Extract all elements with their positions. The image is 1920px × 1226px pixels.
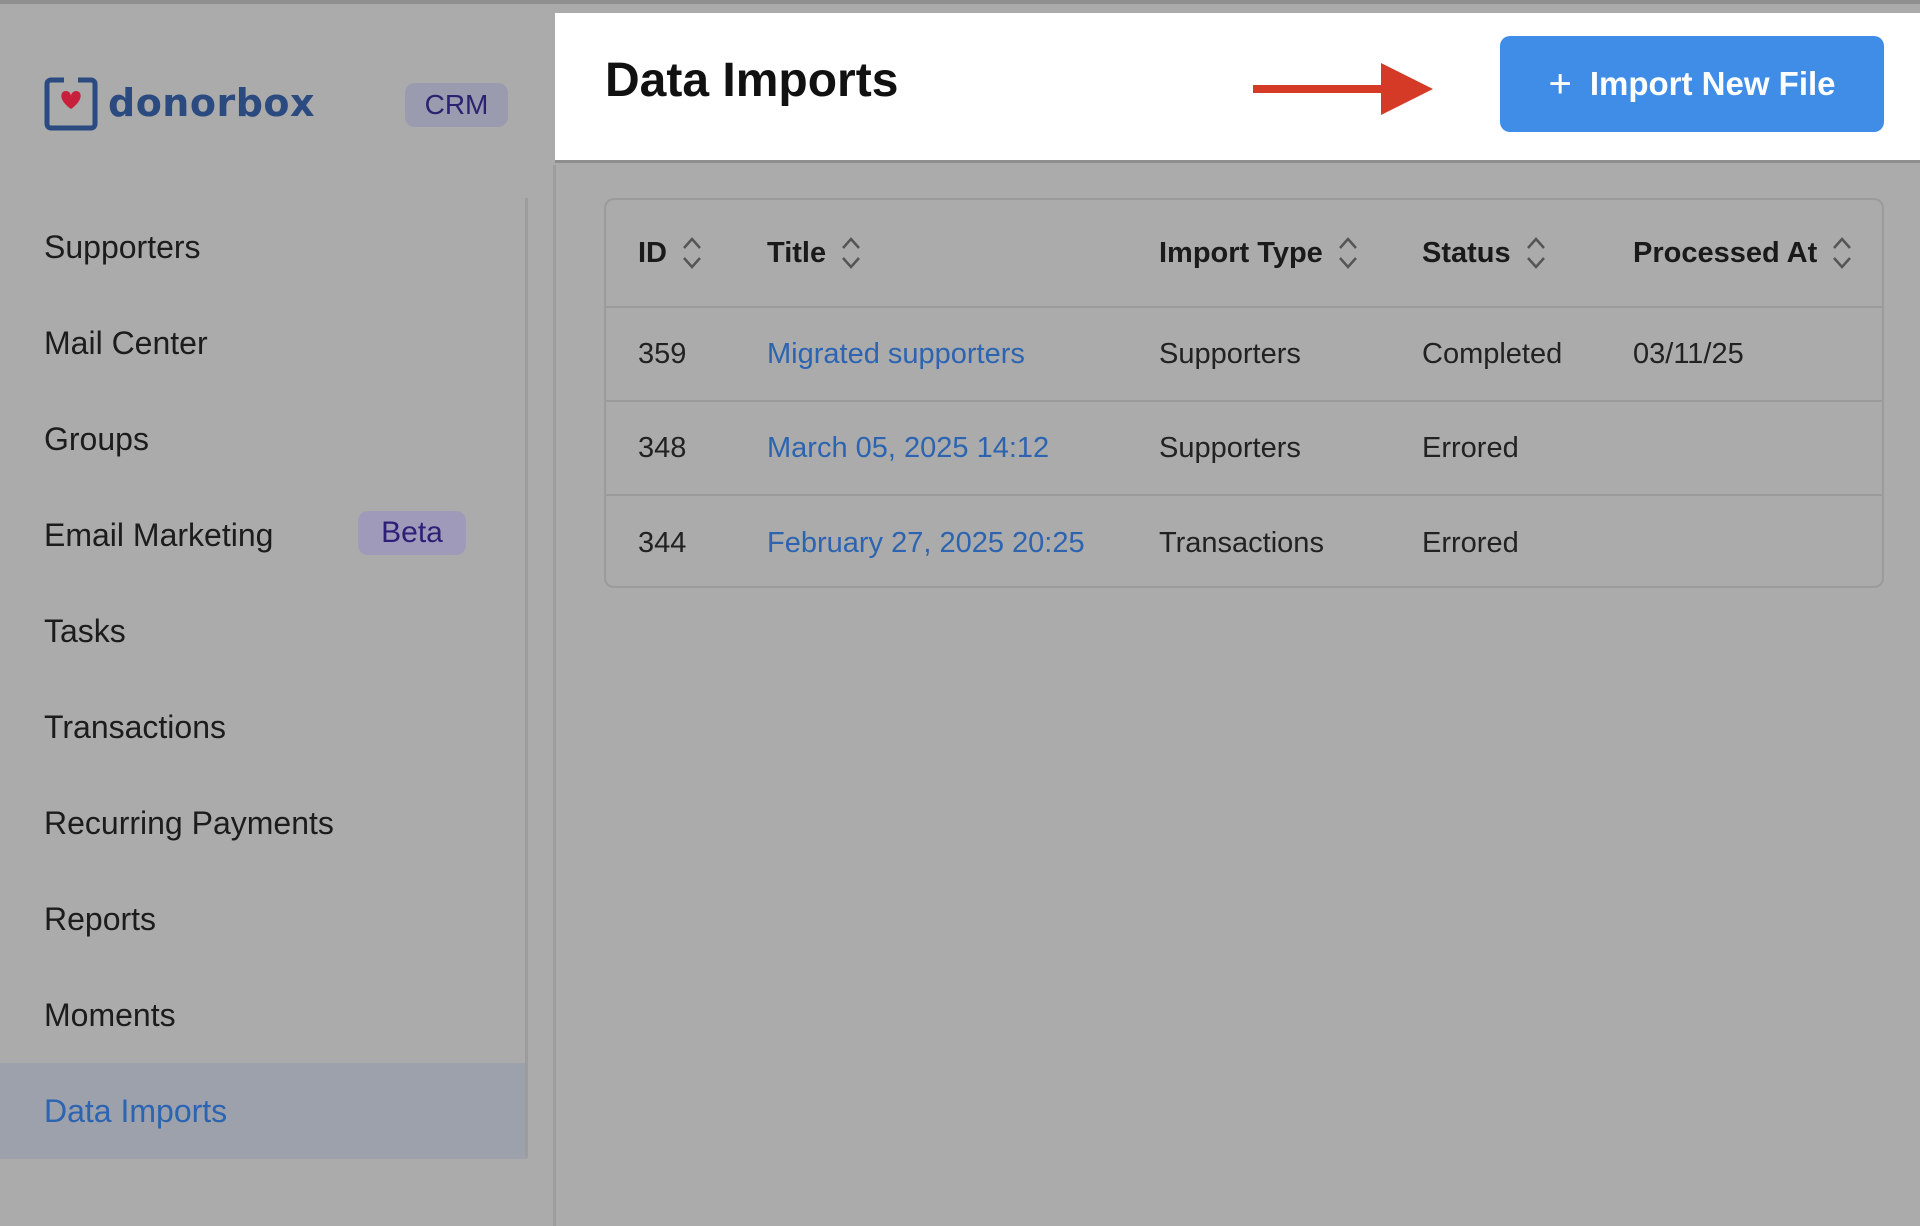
table-row: 348 March 05, 2025 14:12 Supporters Erro… (606, 402, 1882, 496)
column-header-id[interactable]: ID (638, 233, 703, 273)
cell-title-link[interactable]: February 27, 2025 20:25 (767, 527, 1085, 560)
column-header-processed-at[interactable]: Processed At (1633, 233, 1853, 273)
sort-updown-icon (1526, 237, 1545, 269)
column-header-label: Processed At (1633, 236, 1818, 269)
crm-badge: CRM (405, 83, 508, 127)
column-header-import-type[interactable]: Import Type (1159, 233, 1359, 273)
sidebar-item-mail-center[interactable]: Mail Center (0, 295, 527, 391)
sidebar-item-supporters[interactable]: Supporters (0, 199, 527, 295)
arrow-right-icon (1253, 63, 1433, 115)
sidebar-item-reports[interactable]: Reports (0, 871, 527, 967)
sidebar-item-label: Reports (44, 900, 157, 937)
cell-id: 359 (638, 337, 687, 370)
cell-import-type: Supporters (1159, 431, 1301, 464)
cell-import-type: Transactions (1159, 526, 1324, 559)
sidebar-item-moments[interactable]: Moments (0, 967, 527, 1063)
donorbox-heart-icon (44, 75, 98, 131)
sidebar-item-label: Supporters (44, 228, 201, 265)
page-header: Data Imports + Import New File (555, 13, 1920, 163)
page-title: Data Imports (605, 54, 899, 107)
sidebar-item-label: Tasks (44, 612, 126, 649)
beta-badge: Beta (358, 511, 466, 555)
sidebar-item-label: Recurring Payments (44, 804, 334, 841)
sort-updown-icon (1338, 237, 1357, 269)
cell-status: Errored (1422, 431, 1519, 464)
table-header-row: ID Title Import Type Status Processed At (606, 200, 1882, 308)
sidebar-item-email-marketing[interactable]: Email Marketing Beta (0, 487, 527, 583)
cell-status: Completed (1422, 337, 1563, 370)
sidebar-nav: Supporters Mail Center Groups Email Mark… (0, 199, 527, 1159)
sidebar-item-label: Moments (44, 996, 176, 1033)
table-row: 344 February 27, 2025 20:25 Transactions… (606, 496, 1882, 586)
sidebar-item-tasks[interactable]: Tasks (0, 583, 527, 679)
column-header-status[interactable]: Status (1422, 233, 1547, 273)
sidebar-item-label: Email Marketing (44, 516, 274, 553)
sidebar-item-label: Transactions (44, 708, 226, 745)
imports-table: ID Title Import Type Status Processed At… (604, 198, 1884, 588)
cell-import-type: Supporters (1159, 337, 1301, 370)
sort-updown-icon (842, 237, 861, 269)
sidebar-item-recurring-payments[interactable]: Recurring Payments (0, 775, 527, 871)
column-header-label: Status (1422, 236, 1511, 269)
sort-updown-icon (683, 237, 701, 269)
column-header-label: Import Type (1159, 236, 1323, 269)
sidebar-item-transactions[interactable]: Transactions (0, 679, 527, 775)
sidebar-divider (525, 198, 528, 1158)
column-header-label: Title (767, 236, 827, 269)
cell-title-link[interactable]: Migrated supporters (767, 338, 1025, 371)
sidebar-item-label: Data Imports (44, 1092, 228, 1129)
import-new-file-button[interactable]: + Import New File (1500, 36, 1884, 132)
sidebar-item-data-imports[interactable]: Data Imports (0, 1063, 527, 1159)
sidebar-item-label: Groups (44, 420, 149, 457)
column-header-title[interactable]: Title (767, 233, 862, 273)
import-button-label: Import New File (1589, 65, 1836, 102)
sidebar-item-groups[interactable]: Groups (0, 391, 527, 487)
main-divider (553, 165, 556, 1226)
column-header-label: ID (638, 236, 667, 269)
logo-text: donorbox (108, 81, 316, 125)
cell-status: Errored (1422, 526, 1519, 559)
plus-icon: + (1548, 62, 1572, 106)
cell-id: 348 (638, 431, 687, 464)
cell-id: 344 (638, 526, 687, 559)
cell-processed-at: 03/11/25 (1633, 337, 1744, 370)
sort-updown-icon (1833, 237, 1852, 269)
table-row: 359 Migrated supporters Supporters Compl… (606, 308, 1882, 402)
sidebar: donorbox CRM Supporters Mail Center Grou… (0, 4, 553, 1226)
cell-title-link[interactable]: March 05, 2025 14:12 (767, 432, 1049, 465)
sidebar-item-label: Mail Center (44, 324, 208, 361)
